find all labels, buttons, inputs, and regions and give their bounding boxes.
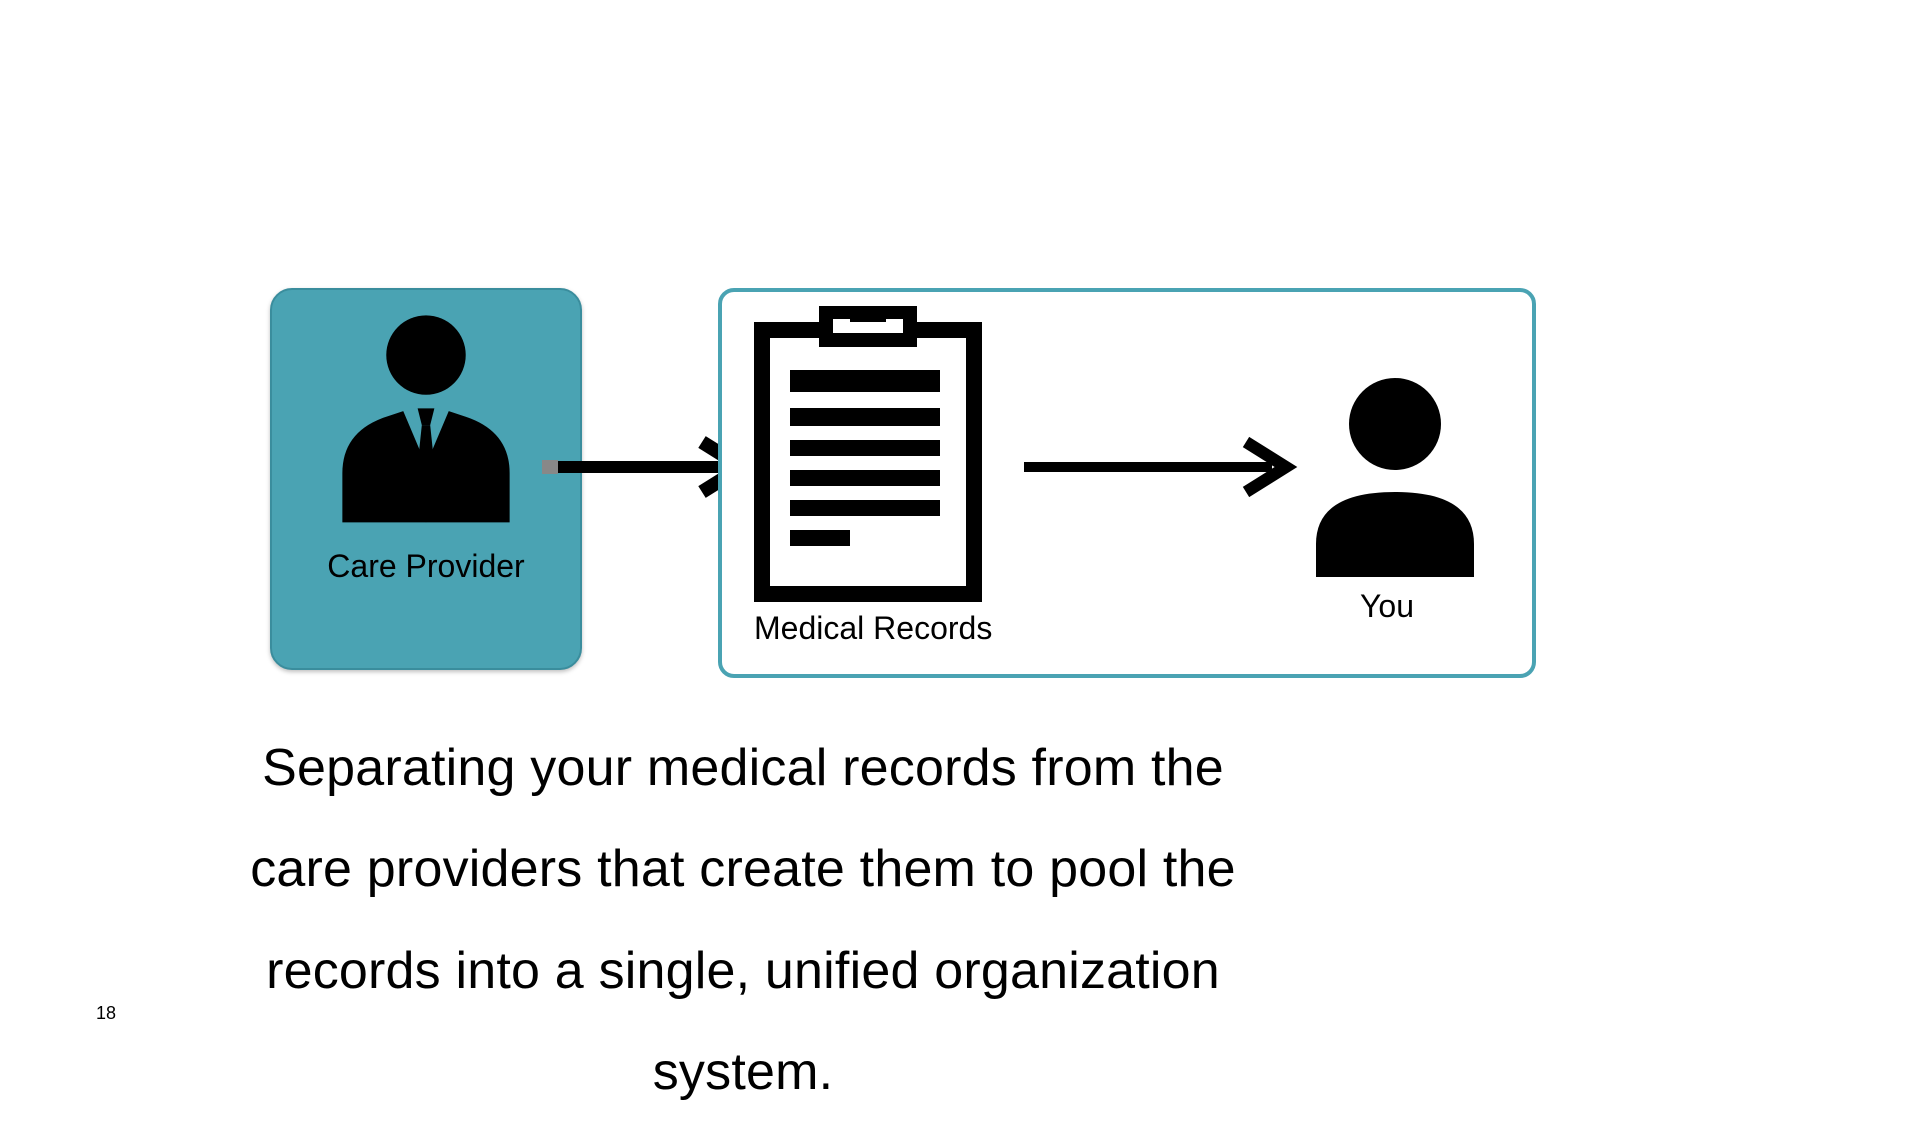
arrow-icon xyxy=(1024,436,1306,498)
person-icon xyxy=(1306,372,1484,577)
slide-caption: Separating your medical records from the… xyxy=(228,718,1258,1124)
care-provider-box: Care Provider xyxy=(270,288,582,670)
you-label: You xyxy=(1360,588,1414,625)
slide: Care Provider xyxy=(0,0,1920,1080)
medical-records-label: Medical Records xyxy=(754,610,992,647)
diagram-row: Care Provider xyxy=(270,288,1538,683)
care-provider-label: Care Provider xyxy=(327,548,524,585)
business-person-icon xyxy=(321,308,531,538)
page-number: 18 xyxy=(96,1003,116,1024)
clipboard-icon xyxy=(754,306,982,602)
